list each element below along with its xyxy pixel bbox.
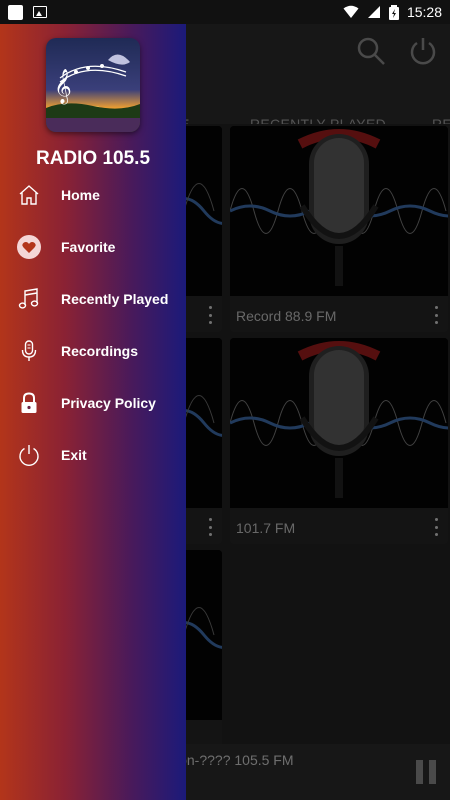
- menu-item-home[interactable]: Home: [0, 170, 186, 222]
- status-time: 15:28: [406, 4, 442, 20]
- notification-icon: [8, 4, 23, 20]
- heart-icon: [16, 234, 42, 260]
- menu-item-label: Home: [61, 187, 100, 203]
- menu-item-label: Exit: [61, 447, 87, 463]
- app-root: 15:28 E RECENTLY PLAYED RE: [0, 0, 450, 800]
- menu-item-recently-played[interactable]: Recently Played: [0, 274, 186, 326]
- app-logo: 𝄞: [46, 38, 140, 132]
- menu-item-privacy-policy[interactable]: Privacy Policy: [0, 378, 186, 430]
- svg-text:𝄞: 𝄞: [54, 69, 72, 105]
- signal-icon: [367, 6, 380, 18]
- menu-item-label: Recordings: [61, 343, 139, 359]
- menu-item-recordings[interactable]: Recordings: [0, 326, 186, 378]
- image-notification-icon: [33, 6, 47, 18]
- lock-icon: [16, 390, 42, 416]
- drawer-title: RADIO 105.5: [35, 148, 151, 169]
- navigation-drawer: 𝄞 RADIO 105.5 Home Favorite Recently Pla…: [0, 24, 186, 800]
- power-icon: [16, 442, 42, 468]
- battery-icon: [388, 4, 399, 20]
- status-bar: 15:28: [0, 0, 450, 24]
- menu-item-exit[interactable]: Exit: [0, 430, 186, 482]
- microphone-icon: [16, 338, 42, 364]
- menu-item-label: Favorite: [61, 239, 116, 255]
- wifi-icon: [343, 5, 359, 18]
- menu-item-favorite[interactable]: Favorite: [0, 222, 186, 274]
- music-note-icon: [16, 286, 42, 312]
- menu-item-label: Recently Played: [61, 291, 169, 307]
- home-icon: [16, 182, 42, 208]
- menu-item-label: Privacy Policy: [61, 395, 156, 411]
